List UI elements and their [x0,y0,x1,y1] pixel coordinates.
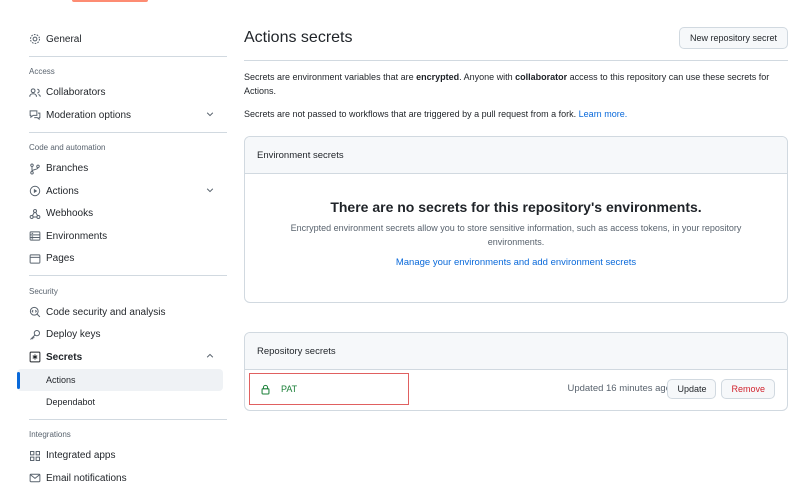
chevron-up-icon[interactable] [205,351,215,361]
manage-environments-link[interactable]: Manage your environments and add environ… [396,257,636,268]
play-icon [29,185,41,197]
sidebar-subitem-actions[interactable]: Actions [17,368,223,391]
sidebar-item-label: Pages [46,253,75,265]
blankslate-description: Encrypted environment secrets allow you … [290,223,742,247]
sidebar-item-general[interactable]: General [17,28,229,51]
sidebar-item-collaborators[interactable]: Collaborators [17,82,229,105]
sidebar-item-actions[interactable]: Actions [17,180,229,203]
new-repository-secret-button[interactable]: New repository secret [678,27,788,49]
sidebar-item-label: Moderation options [46,109,132,121]
key-icon [29,329,41,341]
sidebar-item-moderation-options[interactable]: Moderation options [17,104,229,127]
repository-secrets-header: Repository secrets [245,333,787,370]
sidebar-item-label: Environments [46,230,108,242]
sidebar-item-integrated-apps[interactable]: Integrated apps [17,445,229,468]
server-icon [29,230,41,242]
sidebar-item-environments[interactable]: Environments [17,225,229,248]
environment-secrets-blankslate: There are no secrets for this repository… [245,174,787,268]
sidebar-item-label: Branches [46,163,89,175]
page-header: Actions secrets New repository secret [244,24,788,52]
learn-more-link[interactable]: Learn more. [579,109,628,119]
section-label-security: Security [29,286,58,296]
fork-note: Secrets are not passed to workflows that… [244,109,628,119]
sidebar-item-label: Secrets [46,351,83,363]
main-content: Actions secrets New repository secret Se… [244,24,788,411]
secret-row: PAT Updated 16 minutes ago Update Remove [245,370,787,410]
secret-actions: Update Remove [667,379,775,399]
sidebar-item-webhooks[interactable]: Webhooks [17,203,229,226]
sidebar-subitem-dependabot[interactable]: Dependabot [17,391,223,414]
sidebar-item-label: Webhooks [46,208,94,220]
people-icon [29,87,41,99]
sidebar-divider [29,131,227,133]
secret-name: PAT [281,384,298,394]
sidebar-item-pages[interactable]: Pages [17,248,229,271]
secrets-description: Secrets are environment variables that a… [244,72,770,96]
environment-secrets-box: Environment secrets There are no secrets… [244,136,788,303]
environment-secrets-header: Environment secrets [245,137,787,174]
chevron-down-icon[interactable] [205,185,215,195]
sidebar-item-branches[interactable]: Branches [17,158,229,181]
git-branch-icon [29,163,41,175]
comment-discussion-icon [29,109,41,121]
section-label-access: Access [29,67,55,76]
browser-icon [29,253,41,265]
gear-icon [29,33,41,45]
secret-updated-time: Updated 16 minutes ago [567,383,671,394]
apps-icon [29,450,41,462]
lock-icon [260,384,271,395]
secret-name-cell: PAT [249,373,409,405]
settings-sidebar: General Access Collaborators Moderation … [17,28,229,490]
active-tab-underline [72,0,148,2]
sidebar-item-code-security[interactable]: Code security and analysis [17,301,229,324]
header-divider [244,60,788,61]
repository-secrets-box: Repository secrets PAT Updated 16 minute… [244,332,788,411]
sidebar-divider [29,55,227,57]
section-label-integrations: Integrations [29,430,71,439]
sidebar-divider [29,275,227,276]
sidebar-item-deploy-keys[interactable]: Deploy keys [17,324,229,347]
sidebar-item-email-notifications[interactable]: Email notifications [17,467,229,490]
sidebar-item-label: Deploy keys [46,329,101,341]
update-secret-button[interactable]: Update [667,379,717,399]
sidebar-item-secrets[interactable]: Secrets [17,346,229,369]
page-title: Actions secrets [244,29,353,46]
sidebar-item-label: Email notifications [46,472,127,484]
mail-icon [29,472,41,484]
codescan-icon [29,306,41,318]
remove-secret-button[interactable]: Remove [721,379,775,399]
sidebar-item-label: General [46,33,82,45]
webhook-icon [29,208,41,220]
sidebar-item-label: Collaborators [46,87,106,99]
sidebar-divider [29,418,227,420]
sidebar-item-label: Actions [46,185,79,197]
section-label-code-automation: Code and automation [29,143,106,152]
blankslate-title: There are no secrets for this repository… [330,199,702,215]
chevron-down-icon[interactable] [205,109,215,119]
sidebar-item-label: Integrated apps [46,450,116,462]
sidebar-item-label: Code security and analysis [46,306,166,318]
key-asterisk-icon [29,351,41,363]
